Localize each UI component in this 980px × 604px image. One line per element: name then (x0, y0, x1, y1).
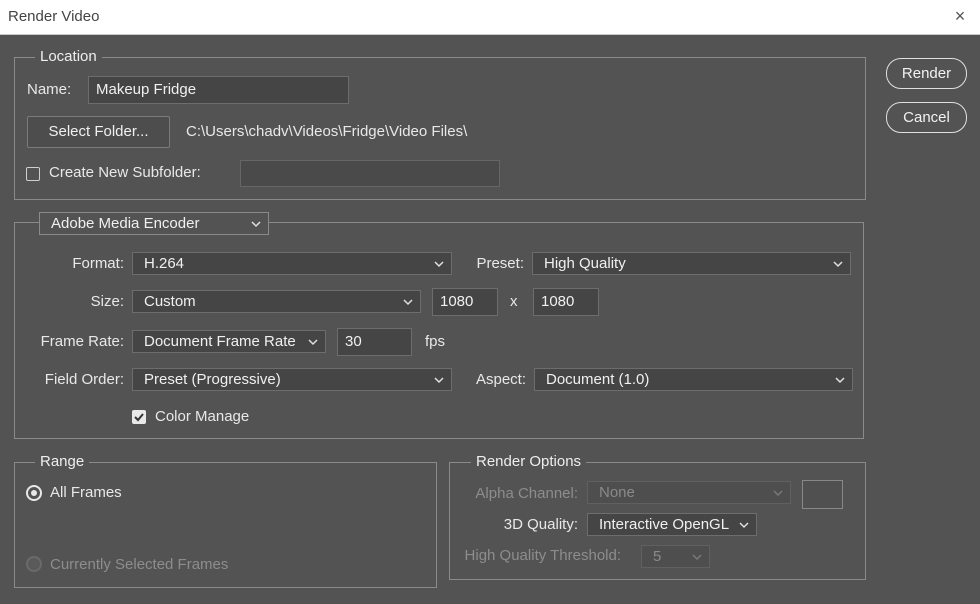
chevron-down-icon (835, 369, 847, 390)
title-bar (0, 0, 980, 35)
color-manage-label: Color Manage (155, 408, 250, 425)
render-button[interactable]: Render (886, 58, 967, 89)
height-input[interactable]: 1080 (533, 288, 599, 316)
checkmark-icon (134, 413, 144, 422)
field-order-select-value: Preset (Progressive) (144, 371, 281, 388)
alpha-channel-select-value: None (599, 484, 635, 501)
location-legend: Location (35, 48, 102, 65)
color-manage-checkbox[interactable] (132, 410, 146, 424)
frame-rate-select[interactable]: Document Frame Rate (132, 330, 326, 353)
preset-label: Preset: (476, 255, 524, 272)
chevron-down-icon (833, 253, 845, 274)
render-options-legend: Render Options (471, 453, 587, 470)
fps-input[interactable]: 30 (337, 328, 412, 356)
folder-path: C:\Users\chadv\Videos\Fridge\Video Files… (186, 123, 468, 140)
format-label: Format: (72, 255, 124, 272)
name-label: Name: (27, 81, 72, 98)
3d-quality-select[interactable]: Interactive OpenGL (587, 513, 757, 536)
selected-frames-label: Currently Selected Frames (50, 556, 229, 573)
chevron-down-icon (308, 331, 320, 352)
window-title: Render Video (8, 8, 100, 25)
size-by-label: x (510, 293, 518, 310)
chevron-down-icon (434, 369, 446, 390)
chevron-down-icon (251, 213, 263, 234)
name-input[interactable]: Makeup Fridge (88, 76, 349, 104)
preset-select-value: High Quality (544, 255, 626, 272)
encoder-select-value: Adobe Media Encoder (51, 215, 200, 232)
all-frames-radio[interactable] (26, 485, 42, 501)
subfolder-input[interactable] (240, 160, 500, 187)
all-frames-label: All Frames (50, 484, 122, 501)
chevron-down-icon (434, 253, 446, 274)
field-order-label: Field Order: (44, 371, 124, 388)
frame-rate-label: Frame Rate: (40, 333, 124, 350)
alpha-channel-label: Alpha Channel: (475, 485, 578, 502)
hq-threshold-label: High Quality Threshold: (464, 547, 621, 564)
alpha-channel-select[interactable]: None (587, 481, 791, 504)
hq-threshold-select[interactable]: 5 (641, 545, 710, 568)
fps-unit-label: fps (425, 333, 446, 350)
aspect-select[interactable]: Document (1.0) (534, 368, 853, 391)
selected-frames-radio[interactable] (26, 556, 42, 572)
chevron-down-icon (692, 546, 704, 567)
create-subfolder-checkbox[interactable] (26, 167, 40, 181)
format-select-value: H.264 (144, 255, 185, 272)
range-legend: Range (35, 453, 90, 470)
format-select[interactable]: H.264 (132, 252, 452, 275)
field-order-select[interactable]: Preset (Progressive) (132, 368, 452, 391)
size-select[interactable]: Custom (132, 290, 421, 313)
width-input[interactable]: 1080 (432, 288, 498, 316)
hq-threshold-select-value: 5 (653, 548, 662, 565)
preset-select[interactable]: High Quality (532, 252, 851, 275)
chevron-down-icon (403, 291, 415, 312)
size-select-value: Custom (144, 293, 196, 310)
chevron-down-icon (739, 514, 751, 535)
close-icon[interactable]: × (950, 6, 970, 26)
chevron-down-icon (773, 482, 785, 503)
alpha-color-swatch[interactable] (802, 480, 843, 509)
size-label: Size: (90, 293, 124, 310)
aspect-label: Aspect: (475, 371, 526, 388)
select-folder-button[interactable]: Select Folder... (27, 116, 170, 148)
cancel-button[interactable]: Cancel (886, 102, 967, 133)
3d-quality-label: 3D Quality: (503, 516, 578, 533)
3d-quality-select-value: Interactive OpenGL (599, 516, 730, 533)
frame-rate-select-value: Document Frame Rate (144, 333, 296, 350)
create-subfolder-label: Create New Subfolder: (49, 164, 201, 181)
encoder-select[interactable]: Adobe Media Encoder (39, 212, 269, 235)
aspect-select-value: Document (1.0) (546, 371, 650, 388)
